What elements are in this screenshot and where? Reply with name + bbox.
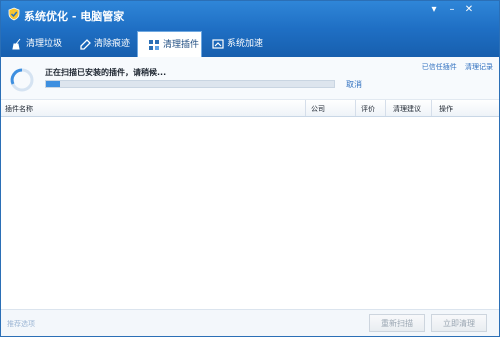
progress-fill	[46, 81, 61, 87]
loading-spinner-icon	[10, 68, 34, 92]
minimize-icon[interactable]: –	[445, 4, 459, 16]
title-bar[interactable]: 系统优化 - 电脑管家 ▾ – ✕	[1, 1, 499, 29]
plugin-list	[1, 117, 499, 310]
plugin-icon	[149, 40, 159, 50]
window-title: 系统优化 - 电脑管家	[24, 10, 125, 23]
cancel-link[interactable]: 取消	[346, 79, 362, 90]
column-divider	[355, 100, 356, 116]
scan-status-text: 正在扫描已安装的插件，请稍候...	[45, 68, 167, 77]
scan-progress-bar	[45, 80, 335, 88]
tab-clean-plugins[interactable]: 清理插件	[137, 31, 202, 57]
tab-clear-traces[interactable]: 清除痕迹	[69, 31, 137, 57]
scan-panel: 正在扫描已安装的插件，请稍候... 取消 已信任插件 清理记录	[1, 57, 499, 100]
table-header: 插件名称 公司 评价 清理建议 操作	[1, 100, 499, 117]
rescan-button[interactable]: 重新扫描	[369, 314, 425, 332]
close-icon[interactable]: ✕	[462, 4, 476, 16]
clean-history-link[interactable]: 清理记录	[465, 63, 493, 71]
column-divider	[385, 100, 386, 116]
rocket-icon	[212, 39, 224, 49]
tab-label: 清理插件	[163, 40, 200, 50]
tab-label: 清除痕迹	[94, 39, 131, 49]
trusted-plugins-link[interactable]: 已信任插件	[422, 63, 457, 71]
tab-label: 系统加速	[227, 39, 264, 49]
tab-clean-junk[interactable]: 清理垃圾	[1, 31, 69, 57]
recommended-options-link[interactable]: 推荐选项	[7, 319, 35, 329]
broom-icon	[12, 38, 21, 50]
column-action[interactable]: 操作	[439, 104, 453, 114]
eraser-icon	[80, 39, 91, 50]
top-links: 已信任插件 清理记录	[416, 62, 493, 72]
column-divider	[431, 100, 432, 116]
tab-system-speedup[interactable]: 系统加速	[202, 31, 272, 57]
column-suggestion[interactable]: 清理建议	[393, 104, 421, 114]
shield-logo-icon	[8, 7, 20, 21]
column-company[interactable]: 公司	[311, 104, 325, 114]
tab-bar: 清理垃圾 清除痕迹 清理插件 系统加速	[1, 29, 499, 57]
tab-label: 清理垃圾	[26, 39, 63, 49]
column-divider	[305, 100, 306, 116]
clean-now-button[interactable]: 立即清理	[431, 314, 487, 332]
column-rating[interactable]: 评价	[361, 104, 375, 114]
app-window: 系统优化 - 电脑管家 ▾ – ✕ 清理垃圾 清除痕迹 清理插件 系统加速 正在…	[0, 0, 500, 337]
skin-icon[interactable]: ▾	[427, 4, 441, 16]
footer-bar: 推荐选项 重新扫描 立即清理	[1, 309, 499, 336]
column-plugin-name[interactable]: 插件名称	[5, 104, 33, 114]
